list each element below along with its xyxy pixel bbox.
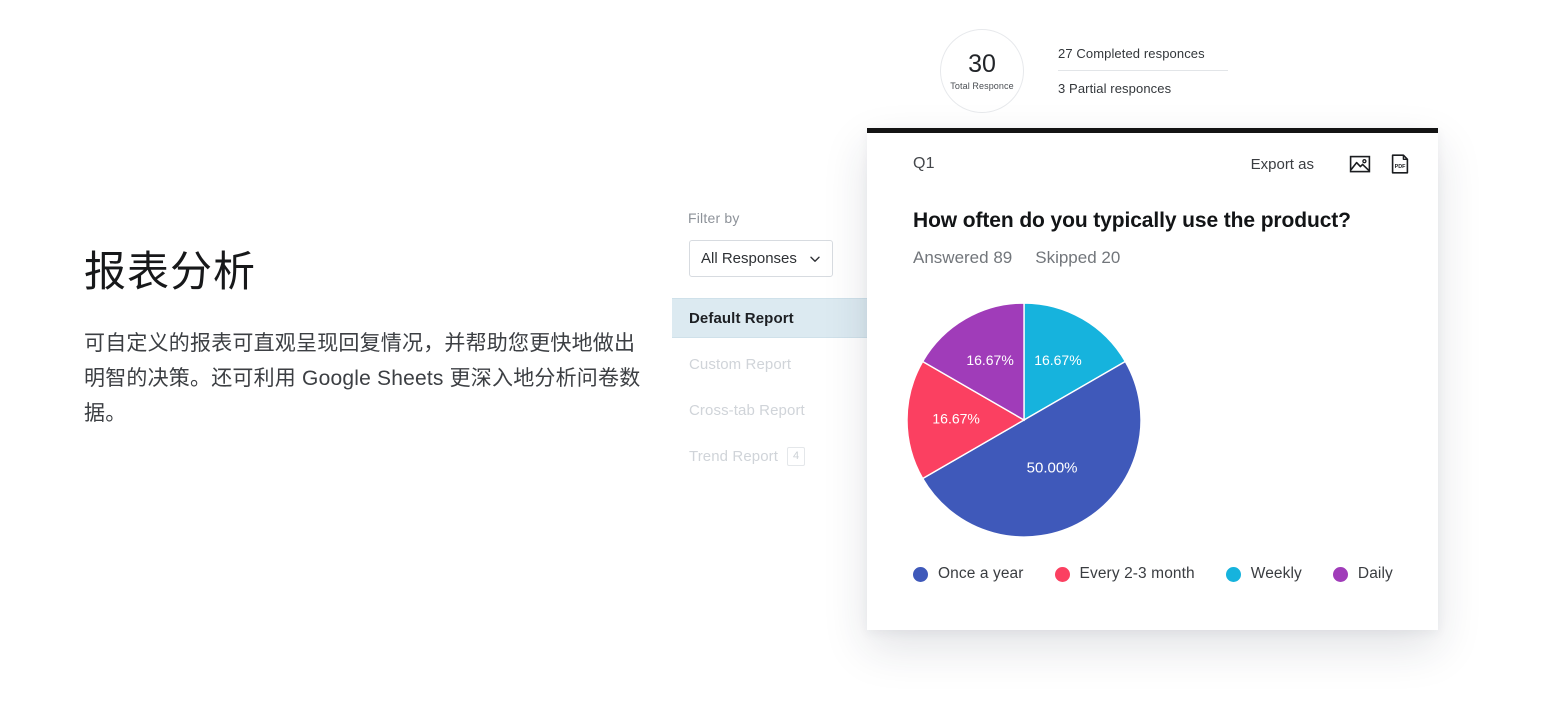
report-item-label: Default Report [689,309,794,327]
sidebar-item-custom-report[interactable]: Custom Report [672,344,900,384]
question-id: Q1 [913,155,935,172]
filter-responses-select[interactable]: All Responses [689,240,833,277]
total-response-donut: 30 Total Responce [940,29,1024,113]
total-response-caption: Total Responce [950,80,1014,91]
image-export-icon[interactable] [1349,153,1371,175]
pie-slice-label: 50.00% [1027,460,1078,477]
page-title: 报表分析 [84,248,257,295]
chart-legend: Once a year Every 2-3 month Weekly Daily [913,565,1424,583]
legend-color-swatch [1332,566,1348,582]
partial-responses-line: 3 Partial responces [1058,81,1172,96]
pie-chart: 16.67% 50.00% 16.67% 16.67% [906,302,1142,538]
total-response-value: 30 [968,49,996,78]
question-text: How often do you typically use the produ… [913,209,1351,232]
report-list: Default Report Custom Report Cross-tab R… [672,298,900,476]
legend-color-swatch [1054,566,1070,582]
legend-label: Once a year [938,565,1024,582]
sidebar-item-default-report[interactable]: Default Report [672,298,900,338]
pie-slice-label: 16.67% [1034,352,1081,368]
legend-color-swatch [913,566,928,582]
pie-slice-label: 16.67% [932,411,979,427]
legend-item-every-2-3-month[interactable]: Every 2-3 month [1054,565,1195,583]
legend-label: Daily [1357,565,1393,582]
marketing-copy: 报表分析 可自定义的报表可直观呈现回复情况，并帮助您更快地做出明智的决策。还可利… [84,248,644,431]
filter-by-label: Filter by [688,210,740,226]
page-description: 可自定义的报表可直观呈现回复情况，并帮助您更快地做出明智的决策。还可利用 Goo… [84,332,641,426]
pie-slice-label: 16.67% [966,352,1013,368]
response-breakdown: 27 Completed responces 3 Partial responc… [1058,46,1228,105]
card-toolbar: Q1 Export as PDF [867,133,1438,195]
svg-text:PDF: PDF [1395,164,1406,170]
pdf-export-icon[interactable]: PDF [1389,153,1411,175]
answered-count: Answered 89 [913,248,1013,267]
question-stats: Answered 89 Skipped 20 [913,248,1120,268]
completed-responses-line: 27 Completed responces [1058,46,1228,71]
skipped-count: Skipped 20 [1035,248,1121,267]
report-item-label: Custom Report [689,355,792,373]
filter-selected-value: All Responses [701,250,797,267]
sidebar-item-cross-tab-report[interactable]: Cross-tab Report [672,390,900,430]
legend-label: Every 2-3 month [1079,565,1195,582]
export-as-label: Export as [1250,155,1314,173]
legend-label: Weekly [1250,565,1302,582]
trend-report-count-badge: 4 [787,446,806,466]
legend-color-swatch [1225,566,1241,582]
report-item-label: Trend Report [689,447,779,465]
report-analytics-screenshot: 报表分析 可自定义的报表可直观呈现回复情况，并帮助您更快地做出明智的决策。还可利… [0,0,1541,713]
legend-item-weekly[interactable]: Weekly [1225,565,1302,583]
report-item-label: Cross-tab Report [689,401,805,419]
question-result-card: Q1 Export as PDF How often do you typica… [867,128,1438,630]
legend-item-daily[interactable]: Daily [1332,565,1393,583]
chevron-down-icon [809,253,821,265]
sidebar-item-trend-report[interactable]: Trend Report 4 [672,436,900,476]
legend-item-once-a-year[interactable]: Once a year [913,565,1024,583]
pie-chart-svg: 16.67% 50.00% 16.67% 16.67% [906,302,1142,538]
reports-panel: Filter by All Responses Default Report C… [660,180,900,520]
